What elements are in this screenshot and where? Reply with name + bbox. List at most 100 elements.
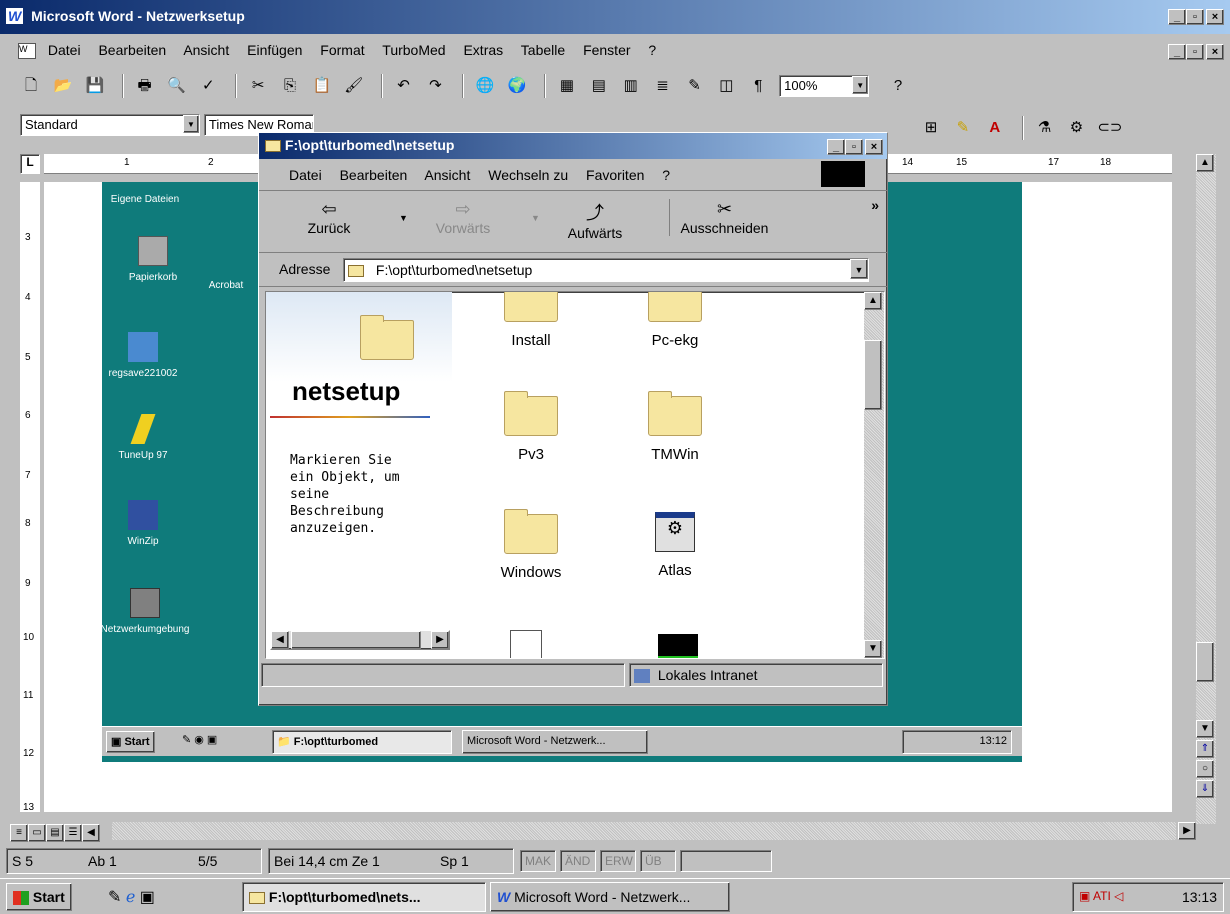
minimize-button[interactable]: _ bbox=[1168, 9, 1186, 25]
up-button[interactable]: ⤴ Aufwärts bbox=[555, 199, 635, 241]
redo-icon[interactable]: ↷ bbox=[424, 75, 446, 97]
menu-bearbeiten[interactable]: Bearbeiten bbox=[98, 42, 166, 58]
explorer-menu-wechseln[interactable]: Wechseln zu bbox=[488, 167, 568, 183]
menu-fenster[interactable]: Fenster bbox=[583, 42, 630, 58]
hscroll-bar[interactable]: ◀ ▶ bbox=[270, 630, 450, 650]
undo-icon[interactable]: ↶ bbox=[393, 75, 415, 97]
explorer-menu-ansicht[interactable]: Ansicht bbox=[424, 167, 470, 183]
save-icon[interactable]: 💾 bbox=[84, 75, 106, 97]
ie-icon[interactable]: ℯ bbox=[126, 889, 135, 906]
word-vscroll[interactable]: ▲ ▼ ⇑ ○ ⇓ bbox=[1196, 154, 1216, 824]
help-icon[interactable]: ? bbox=[887, 75, 909, 97]
scroll-left-button[interactable]: ◀ bbox=[271, 631, 289, 649]
folder-pv3[interactable]: Pv3 bbox=[476, 391, 586, 463]
normal-view-button[interactable]: ≡ bbox=[10, 824, 28, 842]
print-preview-icon[interactable]: 🔍 bbox=[165, 75, 187, 97]
explorer-close-button[interactable]: × bbox=[865, 139, 883, 155]
menu-turbomed[interactable]: TurboMed bbox=[382, 42, 445, 58]
prev-page-button[interactable]: ⇑ bbox=[1196, 740, 1214, 758]
new-icon[interactable]: 🗋 bbox=[20, 75, 42, 97]
insert-table-icon[interactable]: ▤ bbox=[588, 75, 610, 97]
explorer-maximize-button[interactable]: ▫ bbox=[845, 139, 863, 155]
drawing-icon[interactable]: ✎ bbox=[683, 75, 705, 97]
more-chevron-icon[interactable]: » bbox=[871, 197, 879, 213]
word-hscroll-right[interactable]: ▶ bbox=[1178, 822, 1196, 840]
spellcheck-icon[interactable]: ✓ bbox=[197, 75, 219, 97]
vscroll-bar[interactable]: ▲ ▼ bbox=[864, 292, 884, 658]
menu-tabelle[interactable]: Tabelle bbox=[521, 42, 565, 58]
address-input[interactable]: F:\opt\turbomed\netsetup ▼ bbox=[343, 258, 869, 282]
doc-restore-button[interactable]: ▫ bbox=[1186, 44, 1204, 60]
border-icon[interactable]: ⊞ bbox=[920, 117, 942, 139]
doc-map-icon[interactable]: ◫ bbox=[715, 75, 737, 97]
back-dropdown-icon[interactable]: ▼ bbox=[399, 213, 408, 223]
forward-dropdown-icon[interactable]: ▼ bbox=[531, 213, 540, 223]
next-page-button[interactable]: ⇓ bbox=[1196, 780, 1214, 798]
hscroll-thumb[interactable] bbox=[291, 631, 421, 649]
folder-pc-ekg[interactable]: Pc-ekg bbox=[620, 292, 730, 349]
scroll-down-button[interactable]: ▼ bbox=[864, 640, 882, 658]
excel-icon[interactable]: ▥ bbox=[620, 75, 642, 97]
tools-icon[interactable]: ⚙ bbox=[1065, 117, 1087, 139]
macro-icon[interactable]: ⚗ bbox=[1034, 117, 1056, 139]
outline-view-button[interactable]: ☰ bbox=[64, 824, 82, 842]
link-icon[interactable]: ⊂⊃ bbox=[1097, 117, 1122, 139]
turbo-icon-partial[interactable] bbox=[658, 634, 698, 658]
doc-minimize-button[interactable]: _ bbox=[1168, 44, 1186, 60]
explorer-menu-favoriten[interactable]: Favoriten bbox=[586, 167, 644, 183]
hscroll-left-button[interactable]: ◀ bbox=[82, 824, 100, 842]
hyperlink-icon[interactable]: 🌐 bbox=[474, 75, 496, 97]
back-button[interactable]: ⇦ Zurück bbox=[289, 199, 369, 236]
font-color-icon[interactable]: A bbox=[984, 117, 1006, 139]
desktop-icon[interactable]: ✎ bbox=[108, 889, 121, 906]
folder-tmwin[interactable]: TMWin bbox=[620, 391, 730, 463]
pilcrow-icon[interactable]: ¶ bbox=[747, 75, 769, 97]
file-icon-partial[interactable] bbox=[510, 630, 542, 658]
file-atlas[interactable]: ⚙ Atlas bbox=[620, 512, 730, 579]
web-view-button[interactable]: ▭ bbox=[28, 824, 46, 842]
menu-help[interactable]: ? bbox=[648, 42, 656, 58]
menu-extras[interactable]: Extras bbox=[463, 42, 503, 58]
tables-icon[interactable]: ▦ bbox=[556, 75, 578, 97]
print-icon[interactable]: 🖶 bbox=[134, 75, 156, 97]
format-painter-icon[interactable]: 🖌 bbox=[343, 75, 365, 97]
explorer-menu-help[interactable]: ? bbox=[662, 167, 670, 183]
scroll-right-button[interactable]: ▶ bbox=[431, 631, 449, 649]
explorer-window[interactable]: F:\opt\turbomed\netsetup _ ▫ × Datei Bearb… bbox=[258, 132, 888, 706]
close-button[interactable]: × bbox=[1206, 9, 1224, 25]
menu-ansicht[interactable]: Ansicht bbox=[183, 42, 229, 58]
word-scroll-down[interactable]: ▼ bbox=[1196, 720, 1214, 738]
columns-icon[interactable]: ≣ bbox=[652, 75, 674, 97]
tab-selector[interactable]: L bbox=[20, 154, 40, 174]
start-button[interactable]: Start bbox=[6, 883, 72, 911]
folder-windows[interactable]: Windows bbox=[476, 509, 586, 581]
vscroll-thumb[interactable] bbox=[864, 340, 882, 410]
address-dropdown-icon[interactable]: ▼ bbox=[850, 259, 868, 279]
highlight-icon[interactable]: ✎ bbox=[952, 117, 974, 139]
maximize-button[interactable]: ▫ bbox=[1186, 9, 1204, 25]
scroll-up-button[interactable]: ▲ bbox=[864, 292, 882, 310]
web-toolbar-icon[interactable]: 🌍 bbox=[506, 75, 528, 97]
folder-install[interactable]: Install bbox=[476, 292, 586, 349]
explorer-menu-datei[interactable]: Datei bbox=[289, 167, 322, 183]
open-icon[interactable]: 📂 bbox=[52, 75, 74, 97]
task-explorer[interactable]: F:\opt\turbomed\nets... bbox=[242, 882, 486, 912]
channels-icon[interactable]: ▣ bbox=[140, 889, 155, 906]
cut-icon[interactable]: ✂ bbox=[247, 75, 269, 97]
task-word[interactable]: W Microsoft Word - Netzwerk... bbox=[490, 882, 730, 912]
menu-einfuegen[interactable]: Einfügen bbox=[247, 42, 302, 58]
word-scroll-up[interactable]: ▲ bbox=[1196, 154, 1214, 172]
copy-icon[interactable]: ⎘ bbox=[279, 75, 301, 97]
explorer-menu-bearbeiten[interactable]: Bearbeiten bbox=[340, 167, 408, 183]
menu-datei[interactable]: Datei bbox=[48, 42, 81, 58]
doc-close-button[interactable]: × bbox=[1206, 44, 1224, 60]
style-select[interactable]: Standard ▼ bbox=[20, 114, 200, 136]
cut-button[interactable]: ✂ Ausschneiden bbox=[669, 199, 779, 236]
page-view-button[interactable]: ▤ bbox=[46, 824, 64, 842]
word-scroll-thumb[interactable] bbox=[1196, 642, 1214, 682]
zoom-select[interactable]: 100% ▼ bbox=[779, 75, 870, 97]
explorer-minimize-button[interactable]: _ bbox=[827, 139, 845, 155]
forward-button[interactable]: ⇨ Vorwärts bbox=[423, 199, 503, 236]
browse-object-button[interactable]: ○ bbox=[1196, 760, 1214, 778]
paste-icon[interactable]: 📋 bbox=[311, 75, 333, 97]
